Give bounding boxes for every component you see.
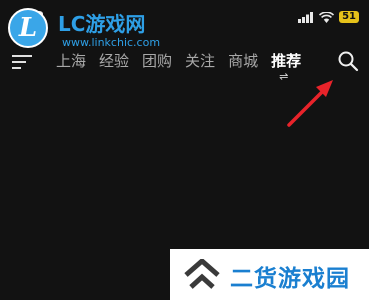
tab-recommend[interactable]: 推荐: [271, 52, 301, 70]
status-icons: 51: [298, 11, 359, 23]
tab-following[interactable]: 关注: [185, 50, 215, 72]
tab-recommend-wrap: 推荐 ⇌: [271, 50, 301, 83]
tab-experience[interactable]: 经验: [99, 50, 129, 72]
watermark-bottom-text: 二货游戏园: [230, 266, 350, 292]
watermark-logo-letter: L: [18, 13, 38, 43]
watermark-bottom: 二货游戏园: [170, 249, 369, 300]
menu-icon[interactable]: [12, 54, 34, 70]
watermark-title: LC游戏网: [58, 12, 146, 36]
nav-tabs: 上海 经验 团购 关注 商城 推荐 ⇌: [56, 50, 301, 83]
signal-icon: [298, 11, 314, 23]
watermark-logo-icon: L: [8, 8, 48, 48]
double-chevron-up-icon: [184, 259, 220, 289]
tab-shanghai[interactable]: 上海: [56, 50, 86, 72]
tab-group-buy[interactable]: 团购: [142, 50, 172, 72]
search-icon[interactable]: [337, 50, 359, 72]
annotation-arrow-icon: [287, 80, 333, 127]
battery-badge: 51: [339, 11, 359, 23]
wifi-icon: [319, 11, 335, 23]
watermark-url: www.linkchic.com: [62, 36, 161, 49]
tab-mall[interactable]: 商城: [228, 50, 258, 72]
